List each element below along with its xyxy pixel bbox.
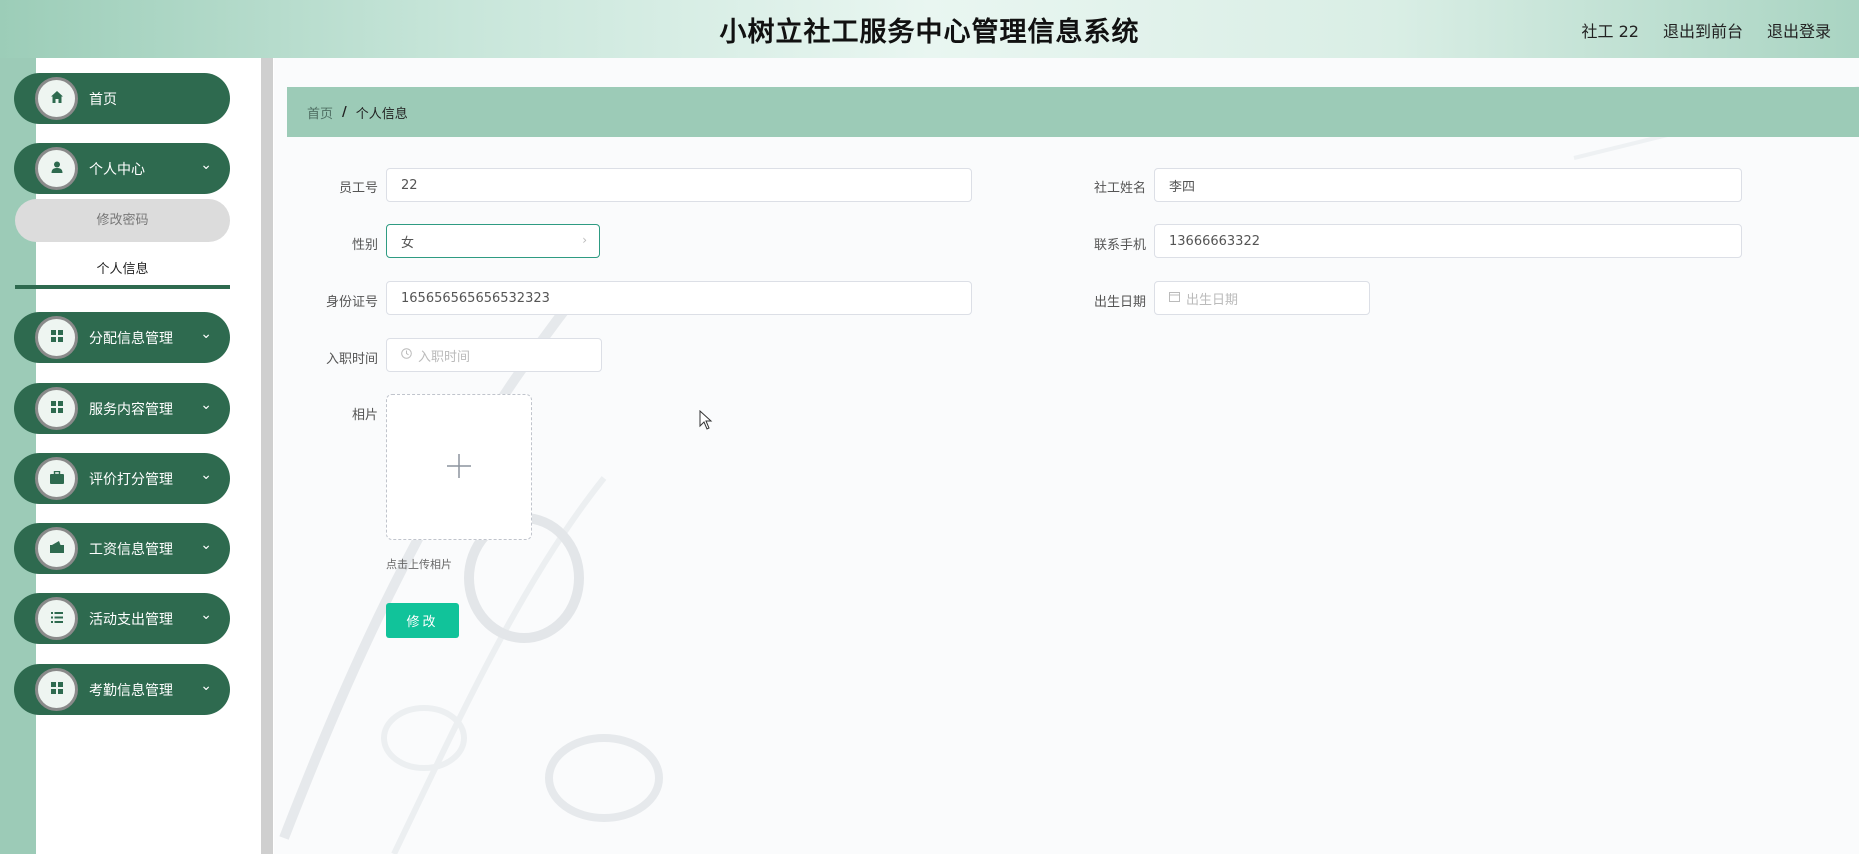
system-title: 小树立社工服务中心管理信息系统 (719, 17, 1140, 48)
sidebar-item-label: 评价打分管理 (89, 472, 173, 488)
grid-icon (50, 330, 63, 345)
chevron-down-icon: ⌄ (200, 467, 212, 483)
id-card-value: 165656565656532323 (401, 290, 550, 306)
chevron-down-icon: ⌄ (200, 397, 212, 413)
sidebar-item-activity-expense[interactable]: 活动支出管理 ⌄ (14, 593, 230, 644)
chevron-down-icon: ⌄ (200, 607, 212, 623)
employee-no-value: 22 (401, 177, 418, 193)
menu-icon-circle (35, 457, 78, 500)
hire-placeholder: 入职时间 (418, 349, 471, 365)
sidebar-subitem-change-password[interactable]: 修改密码 (15, 199, 230, 242)
sidebar-subitem-personal-info[interactable]: 个人信息 (15, 251, 230, 289)
grid-icon (50, 401, 63, 416)
menu-icon-circle (35, 77, 78, 120)
sidebar-item-home[interactable]: 首页 (14, 73, 230, 124)
id-card-label: 身份证号 (325, 295, 378, 310)
sidebar-item-label: 分配信息管理 (89, 331, 173, 347)
worker-name-field[interactable]: 李四 (1154, 168, 1742, 202)
phone-field[interactable]: 13666663322 (1154, 224, 1742, 258)
to-front-link[interactable]: 退出到前台 (1663, 18, 1743, 42)
user-label: 社工 22 (1581, 22, 1639, 41)
id-card-field[interactable]: 165656565656532323 (386, 281, 972, 315)
photo-upload-tip: 点击上传相片 (386, 558, 452, 571)
sidebar-item-label: 考勤信息管理 (89, 683, 173, 699)
chevron-right-icon: › (582, 233, 587, 247)
menu-icon-circle (35, 597, 78, 640)
sidebar-item-service-content[interactable]: 服务内容管理 ⌄ (14, 383, 230, 434)
gender-select[interactable]: 女 › (386, 224, 600, 258)
mouse-cursor-icon (699, 409, 713, 434)
briefcase-icon (49, 470, 64, 487)
phone-label: 联系手机 (1093, 238, 1146, 253)
top-header: 小树立社工服务中心管理信息系统 社工 22 退出到前台 退出登录 (0, 0, 1859, 58)
chevron-down-icon: ⌄ (200, 326, 212, 342)
phone-value: 13666663322 (1169, 233, 1260, 249)
hire-time-picker[interactable]: 入职时间 (386, 338, 602, 372)
grid-icon (50, 682, 63, 697)
gender-label: 性别 (351, 238, 378, 253)
breadcrumb: 首页 / 个人信息 (287, 87, 1859, 137)
chevron-down-icon: ⌄ (200, 537, 212, 553)
user-icon (50, 160, 64, 177)
sidebar-item-attendance[interactable]: 考勤信息管理 ⌄ (14, 664, 230, 715)
employee-no-field[interactable]: 22 (386, 168, 972, 202)
sidebar-item-personal-center[interactable]: 个人中心 ⌄ (14, 143, 230, 194)
header-links: 社工 22 退出到前台 退出登录 (1582, 18, 1831, 42)
sidebar-item-salary[interactable]: 工资信息管理 ⌄ (14, 523, 230, 574)
employee-no-label: 员工号 (338, 181, 378, 196)
main-content: 首页 / 个人信息 员工号 22 社工姓名 李四 性别 女 › 联系手机 136… (274, 58, 1859, 854)
sidebar-item-allocation[interactable]: 分配信息管理 ⌄ (14, 312, 230, 363)
hire-label: 入职时间 (325, 352, 378, 367)
plus-icon (446, 447, 472, 488)
chevron-down-icon: ⌄ (200, 678, 212, 694)
birth-label: 出生日期 (1093, 295, 1146, 310)
menu-icon-circle (35, 147, 78, 190)
menu-icon-circle (35, 316, 78, 359)
birth-date-picker[interactable]: 出生日期 (1154, 281, 1370, 315)
submit-button[interactable]: 修改 (386, 603, 459, 638)
sidebar-item-evaluation[interactable]: 评价打分管理 ⌄ (14, 453, 230, 504)
calendar-icon (1169, 291, 1180, 305)
breadcrumb-separator: / (342, 104, 347, 120)
menu-icon-circle (35, 668, 78, 711)
sidebar-item-label: 工资信息管理 (89, 542, 173, 558)
list-icon (50, 611, 63, 626)
sidebar-item-label: 服务内容管理 (89, 402, 173, 418)
photo-upload[interactable] (386, 394, 532, 540)
worker-name-value: 李四 (1169, 179, 1196, 195)
logout-link[interactable]: 退出登录 (1767, 18, 1831, 42)
home-icon (50, 90, 64, 107)
sidebar-item-label: 首页 (89, 92, 117, 108)
sidebar-item-label: 活动支出管理 (89, 612, 173, 628)
worker-name-label: 社工姓名 (1093, 181, 1146, 196)
breadcrumb-home[interactable]: 首页 (307, 103, 333, 122)
sidebar-item-label: 个人中心 (89, 162, 145, 178)
clock-icon (401, 348, 412, 362)
breadcrumb-current: 个人信息 (355, 106, 408, 122)
wallet-icon (49, 541, 64, 556)
menu-icon-circle (35, 527, 78, 570)
photo-label: 相片 (351, 408, 378, 423)
chevron-down-icon: ⌄ (200, 157, 212, 173)
gender-value: 女 (401, 235, 415, 251)
menu-icon-circle (35, 387, 78, 430)
sidebar-scroll-divider[interactable] (261, 58, 273, 854)
birth-placeholder: 出生日期 (1186, 292, 1239, 308)
